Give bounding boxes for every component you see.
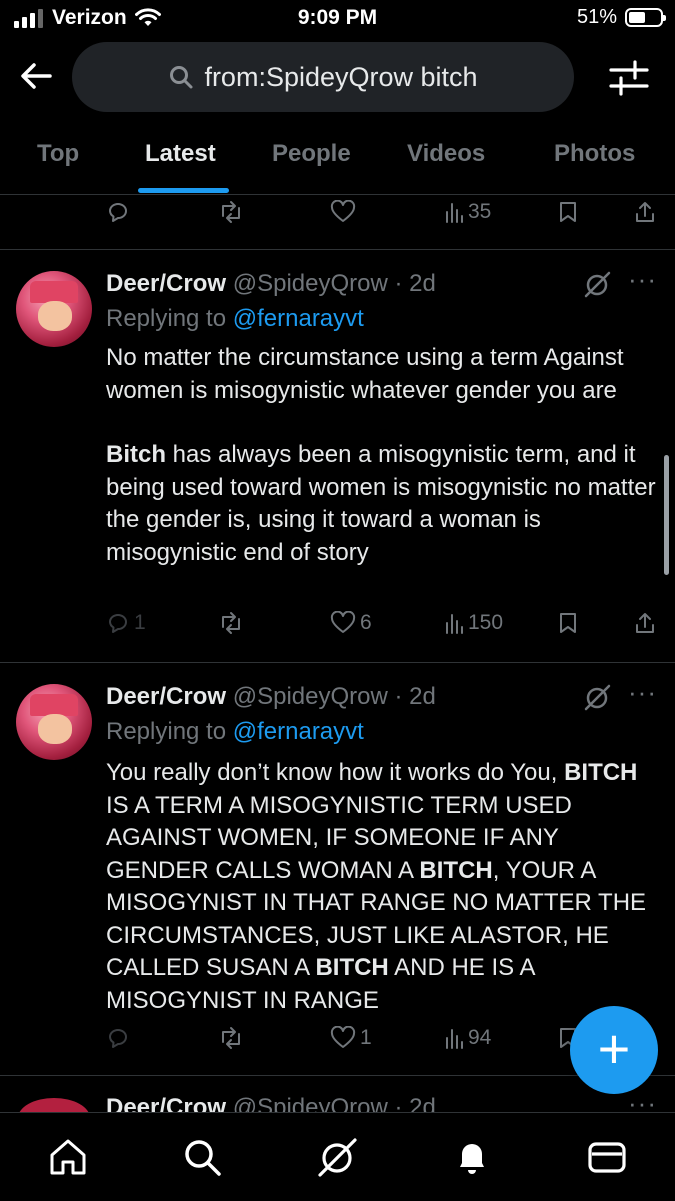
views-count: 150 xyxy=(468,611,504,634)
heart-icon xyxy=(330,1026,356,1048)
reply-button[interactable] xyxy=(106,1026,130,1050)
display-name[interactable]: Deer/Crow xyxy=(106,270,226,297)
battery-icon xyxy=(625,8,666,27)
bookmark-icon xyxy=(560,202,576,222)
like-button[interactable]: 6 xyxy=(330,611,372,635)
repost-icon xyxy=(222,1027,240,1049)
grok-icon[interactable] xyxy=(315,1135,359,1179)
search-tabs: Top Latest People Videos Photos xyxy=(0,126,675,195)
share-button[interactable] xyxy=(634,611,656,635)
tweet-actions: 35 xyxy=(0,200,675,240)
avatar[interactable] xyxy=(16,271,92,347)
back-arrow-icon[interactable] xyxy=(16,56,56,96)
repost-button[interactable] xyxy=(218,1026,244,1050)
share-button[interactable] xyxy=(634,200,656,224)
plus-icon: + xyxy=(597,1017,631,1080)
repost-icon xyxy=(222,612,240,634)
tweet-text: You really don’t know how it works do Yo… xyxy=(106,759,647,1014)
search-header: from:SpideyQrow bitch xyxy=(0,40,675,112)
more-options-icon[interactable]: ··· xyxy=(628,1090,657,1112)
repost-button[interactable] xyxy=(218,611,244,635)
handle[interactable]: @SpideyQrow · 2d xyxy=(233,1094,436,1112)
reply-count: 1 xyxy=(134,611,146,634)
mention-link[interactable]: @fernarayvt xyxy=(233,718,364,745)
reply-icon xyxy=(109,614,127,633)
reply-button[interactable] xyxy=(106,200,130,224)
filter-sliders-icon[interactable] xyxy=(609,58,649,96)
notifications-icon[interactable] xyxy=(450,1135,494,1179)
search-icon[interactable] xyxy=(180,1135,224,1179)
tab-people[interactable]: People xyxy=(272,140,351,168)
status-bar: Verizon 9:09 PM 51% xyxy=(0,0,675,38)
views-icon xyxy=(446,614,463,634)
views-icon xyxy=(446,1029,463,1049)
handle[interactable]: @SpideyQrow · 2d xyxy=(233,270,436,297)
reply-icon xyxy=(109,203,127,222)
tweet-text: No matter the circumstance using a term … xyxy=(106,344,656,566)
replying-to: Replying to @fernarayvt xyxy=(106,305,364,332)
search-icon xyxy=(170,66,193,89)
partial-tweet[interactable]: Deer/Crow @SpideyQrow · 2d ··· xyxy=(0,1090,675,1112)
views-button[interactable]: 150 xyxy=(444,611,503,635)
messages-icon[interactable] xyxy=(585,1135,629,1179)
heart-icon xyxy=(330,200,356,222)
display-name[interactable]: Deer/Crow xyxy=(106,1094,226,1112)
search-query: from:SpideyQrow bitch xyxy=(204,61,478,92)
like-count: 1 xyxy=(360,1026,372,1049)
display-name[interactable]: Deer/Crow xyxy=(106,683,226,710)
battery-percent: 51% xyxy=(576,6,617,28)
tweet[interactable]: Deer/Crow @SpideyQrow · 2d ··· Replying … xyxy=(0,663,675,1075)
home-icon[interactable] xyxy=(46,1135,90,1179)
share-icon xyxy=(636,613,654,633)
views-button[interactable]: 94 xyxy=(444,1026,491,1050)
clock: 9:09 PM xyxy=(297,6,378,29)
views-icon xyxy=(446,203,463,223)
scrollbar[interactable] xyxy=(664,455,669,575)
active-tab-indicator xyxy=(138,188,229,193)
bottom-nav xyxy=(0,1112,675,1201)
heart-icon xyxy=(330,611,356,633)
bookmark-icon xyxy=(560,613,576,633)
views-count: 94 xyxy=(468,1026,492,1049)
compose-button[interactable]: + xyxy=(570,1006,658,1094)
search-input[interactable]: from:SpideyQrow bitch xyxy=(72,42,574,112)
avatar[interactable] xyxy=(16,684,92,760)
like-button[interactable] xyxy=(330,200,356,224)
tweet-actions: 1 6 150 xyxy=(0,611,675,651)
grok-icon[interactable] xyxy=(582,682,612,712)
like-button[interactable]: 1 xyxy=(330,1026,372,1050)
reply-icon xyxy=(109,1029,127,1048)
replying-to: Replying to @fernarayvt xyxy=(106,718,364,745)
tab-photos[interactable]: Photos xyxy=(554,140,635,168)
like-count: 6 xyxy=(360,611,372,634)
tab-videos[interactable]: Videos xyxy=(407,140,485,168)
repost-button[interactable] xyxy=(218,200,244,224)
more-options-icon[interactable]: ··· xyxy=(628,677,657,708)
reply-button[interactable]: 1 xyxy=(106,611,146,635)
mention-link[interactable]: @fernarayvt xyxy=(233,305,364,332)
grok-icon[interactable] xyxy=(582,269,612,299)
repost-icon xyxy=(222,201,240,223)
bookmark-button[interactable] xyxy=(557,200,579,224)
more-options-icon[interactable]: ··· xyxy=(628,264,657,295)
tweet[interactable]: Deer/Crow @SpideyQrow · 2d ··· Replying … xyxy=(0,250,675,662)
tab-top[interactable]: Top xyxy=(37,140,79,168)
tab-latest[interactable]: Latest xyxy=(145,140,216,168)
views-button[interactable]: 35 xyxy=(444,200,491,224)
bookmark-button[interactable] xyxy=(557,611,579,635)
views-count: 35 xyxy=(468,200,492,223)
share-icon xyxy=(636,202,654,222)
handle[interactable]: @SpideyQrow · 2d xyxy=(233,683,436,710)
